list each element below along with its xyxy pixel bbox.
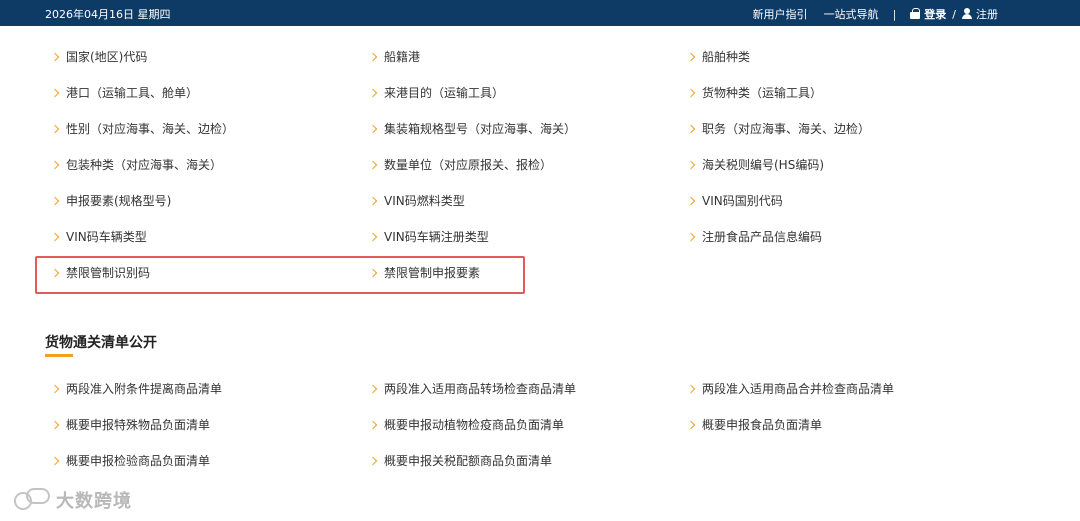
- highlight-annotation-box: [35, 256, 525, 294]
- one-stop-nav-link[interactable]: 一站式导航: [824, 6, 879, 22]
- link-item[interactable]: VIN码燃料类型: [368, 192, 465, 209]
- link-label: 申报要素(规格型号): [66, 194, 172, 208]
- link-item[interactable]: 两段准入适用商品合并检查商品清单: [686, 380, 895, 397]
- link-label: 国家(地区)代码: [66, 50, 148, 64]
- link-label: 注册食品产品信息编码: [702, 230, 823, 244]
- chevron-right-icon: [368, 456, 378, 465]
- chevron-right-icon: [50, 52, 60, 61]
- link-item[interactable]: 船籍港: [368, 48, 421, 65]
- chevron-right-icon: [368, 160, 378, 169]
- link-item[interactable]: 职务（对应海事、海关、边检）: [686, 120, 871, 137]
- chevron-right-icon: [368, 420, 378, 429]
- link-item[interactable]: 国家(地区)代码: [50, 48, 148, 65]
- link-item[interactable]: 包装种类（对应海事、海关）: [50, 156, 223, 173]
- link-item[interactable]: VIN码国别代码: [686, 192, 783, 209]
- chevron-right-icon: [50, 196, 60, 205]
- link-item[interactable]: 概要申报食品负面清单: [686, 416, 823, 433]
- nav-separator: |: [892, 7, 897, 21]
- current-date: 2026年04月16日 星期四: [45, 8, 171, 21]
- link-label: 数量单位（对应原报关、报检）: [384, 158, 553, 172]
- chevron-right-icon: [368, 196, 378, 205]
- section-title-underline: [45, 354, 73, 357]
- link-item[interactable]: 两段准入附条件提离商品清单: [50, 380, 223, 397]
- login-register-slash: /: [952, 7, 956, 21]
- link-label: 概要申报食品负面清单: [702, 418, 823, 432]
- link-item[interactable]: 货物种类（运输工具）: [686, 84, 823, 101]
- link-item[interactable]: 概要申报特殊物品负面清单: [50, 416, 211, 433]
- link-label: 港口（运输工具、舱单）: [66, 86, 199, 100]
- watermark-icon: [12, 488, 50, 512]
- top-bar: 2026年04月16日 星期四 新用户指引 一站式导航 | 登录 / 注册: [0, 0, 1080, 26]
- chevron-right-icon: [368, 124, 378, 133]
- link-item[interactable]: VIN码车辆类型: [50, 228, 147, 245]
- link-label: 概要申报动植物检疫商品负面清单: [384, 418, 565, 432]
- chevron-right-icon: [50, 88, 60, 97]
- new-user-guide-link[interactable]: 新用户指引: [753, 6, 808, 22]
- chevron-right-icon: [686, 52, 696, 61]
- chevron-right-icon: [686, 196, 696, 205]
- link-label: 两段准入附条件提离商品清单: [66, 382, 223, 396]
- link-label: 概要申报检验商品负面清单: [66, 454, 211, 468]
- chevron-right-icon: [50, 420, 60, 429]
- link-item[interactable]: 注册食品产品信息编码: [686, 228, 823, 245]
- link-item[interactable]: 船舶种类: [686, 48, 751, 65]
- link-item[interactable]: 申报要素(规格型号): [50, 192, 172, 209]
- link-label: 概要申报特殊物品负面清单: [66, 418, 211, 432]
- chevron-right-icon: [368, 52, 378, 61]
- link-label: VIN码车辆类型: [66, 230, 147, 244]
- link-label: 海关税则编号(HS编码): [702, 158, 825, 172]
- chevron-right-icon: [50, 456, 60, 465]
- chevron-right-icon: [686, 232, 696, 241]
- chevron-right-icon: [50, 384, 60, 393]
- chevron-right-icon: [686, 384, 696, 393]
- user-icon: [962, 8, 972, 19]
- link-label: 两段准入适用商品转场检查商品清单: [384, 382, 577, 396]
- link-item[interactable]: 概要申报动植物检疫商品负面清单: [368, 416, 565, 433]
- link-label: 船舶种类: [702, 50, 751, 64]
- link-item[interactable]: 性别（对应海事、海关、边检）: [50, 120, 235, 137]
- link-label: 包装种类（对应海事、海关）: [66, 158, 223, 172]
- watermark-text: 大数跨境: [56, 491, 132, 512]
- link-label: 职务（对应海事、海关、边检）: [702, 122, 871, 136]
- chevron-right-icon: [686, 124, 696, 133]
- chevron-right-icon: [368, 88, 378, 97]
- chevron-right-icon: [50, 124, 60, 133]
- login-label: 登录: [924, 8, 947, 21]
- chevron-right-icon: [50, 160, 60, 169]
- link-label: VIN码国别代码: [702, 194, 783, 208]
- link-item[interactable]: 概要申报关税配额商品负面清单: [368, 452, 553, 469]
- link-item[interactable]: VIN码车辆注册类型: [368, 228, 489, 245]
- link-label: VIN码燃料类型: [384, 194, 465, 208]
- register-label: 注册: [976, 8, 998, 21]
- link-label: 货物种类（运输工具）: [702, 86, 823, 100]
- link-item[interactable]: 来港目的（运输工具）: [368, 84, 505, 101]
- link-label: 性别（对应海事、海关、边检）: [66, 122, 235, 136]
- link-label: 船籍港: [384, 50, 421, 64]
- chevron-right-icon: [368, 232, 378, 241]
- chevron-right-icon: [368, 384, 378, 393]
- section-title-clearance: 货物通关清单公开: [45, 335, 157, 351]
- top-nav: 新用户指引 一站式导航 | 登录 / 注册: [753, 6, 998, 22]
- link-item[interactable]: 集装箱规格型号（对应海事、海关）: [368, 120, 577, 137]
- chevron-right-icon: [686, 88, 696, 97]
- link-label: 概要申报关税配额商品负面清单: [384, 454, 553, 468]
- lock-icon: [910, 8, 921, 19]
- chevron-right-icon: [686, 160, 696, 169]
- login-link[interactable]: 登录: [910, 6, 946, 22]
- link-item[interactable]: 概要申报检验商品负面清单: [50, 452, 211, 469]
- link-item[interactable]: 数量单位（对应原报关、报检）: [368, 156, 553, 173]
- link-item[interactable]: 海关税则编号(HS编码): [686, 156, 825, 173]
- link-label: 来港目的（运输工具）: [384, 86, 505, 100]
- watermark-logo: 大数跨境: [12, 487, 132, 513]
- link-label: 两段准入适用商品合并检查商品清单: [702, 382, 895, 396]
- link-label: 集装箱规格型号（对应海事、海关）: [384, 122, 577, 136]
- link-label: VIN码车辆注册类型: [384, 230, 489, 244]
- chevron-right-icon: [686, 420, 696, 429]
- chevron-right-icon: [50, 232, 60, 241]
- register-link[interactable]: 注册: [962, 6, 998, 22]
- link-item[interactable]: 港口（运输工具、舱单）: [50, 84, 199, 101]
- link-item[interactable]: 两段准入适用商品转场检查商品清单: [368, 380, 577, 397]
